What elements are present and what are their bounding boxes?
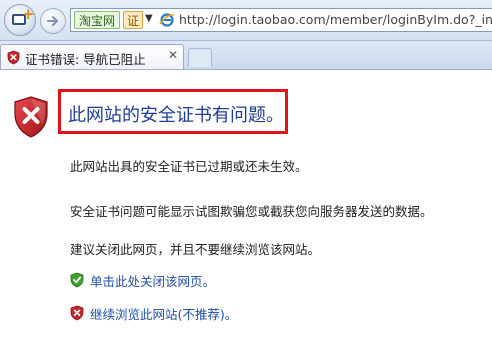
new-tab-stub[interactable] [188,48,212,67]
risk-description: 安全证书问题可能显示试图欺骗您或截获您向服务器发送的数据。 [70,204,433,219]
browser-window: + 淘宝网 证 ▼ http://login.taobao.com/member… [0,0,492,340]
address-toolbar: + 淘宝网 证 ▼ http://login.taobao.com/member… [0,0,492,41]
ie-icon [159,13,175,27]
error-shield-icon [14,96,48,138]
error-shield-icon [7,50,20,65]
red-shield-x-icon [70,305,84,321]
tab-bar: 证书错误: 导航已阻止 ✕ [0,41,492,70]
new-tab-button[interactable]: + [4,4,36,36]
url-text[interactable]: http://login.taobao.com/member/loginByIm… [179,9,492,31]
close-page-link-label[interactable]: 单击此处关闭该网页。 [90,271,215,290]
certificate-error-badge[interactable]: 证 [123,11,144,29]
plus-icon: + [22,5,35,23]
tab-certificate-error[interactable]: 证书错误: 导航已阻止 ✕ [0,44,184,69]
error-description: 此网站出具的安全证书已过期或还未生效。 [70,159,308,174]
forward-arrow-icon [47,16,58,26]
close-icon[interactable]: ✕ [168,48,178,62]
chevron-down-icon[interactable]: ▼ [145,13,153,24]
address-bar[interactable]: 淘宝网 证 ▼ http://login.taobao.com/member/l… [70,8,492,32]
site-identity-badge[interactable]: 淘宝网 [74,11,121,29]
tab-title: 证书错误: 导航已阻止 [25,52,146,67]
recommendation-text: 建议关闭此网页，并且不要继续浏览该网站。 [70,242,321,257]
green-shield-check-icon [70,272,84,288]
continue-to-site-link-label[interactable]: 继续浏览此网站(不推荐)。 [90,304,237,323]
page-title: 此网站的安全证书有问题。 [68,105,284,126]
forward-button[interactable] [40,8,66,34]
